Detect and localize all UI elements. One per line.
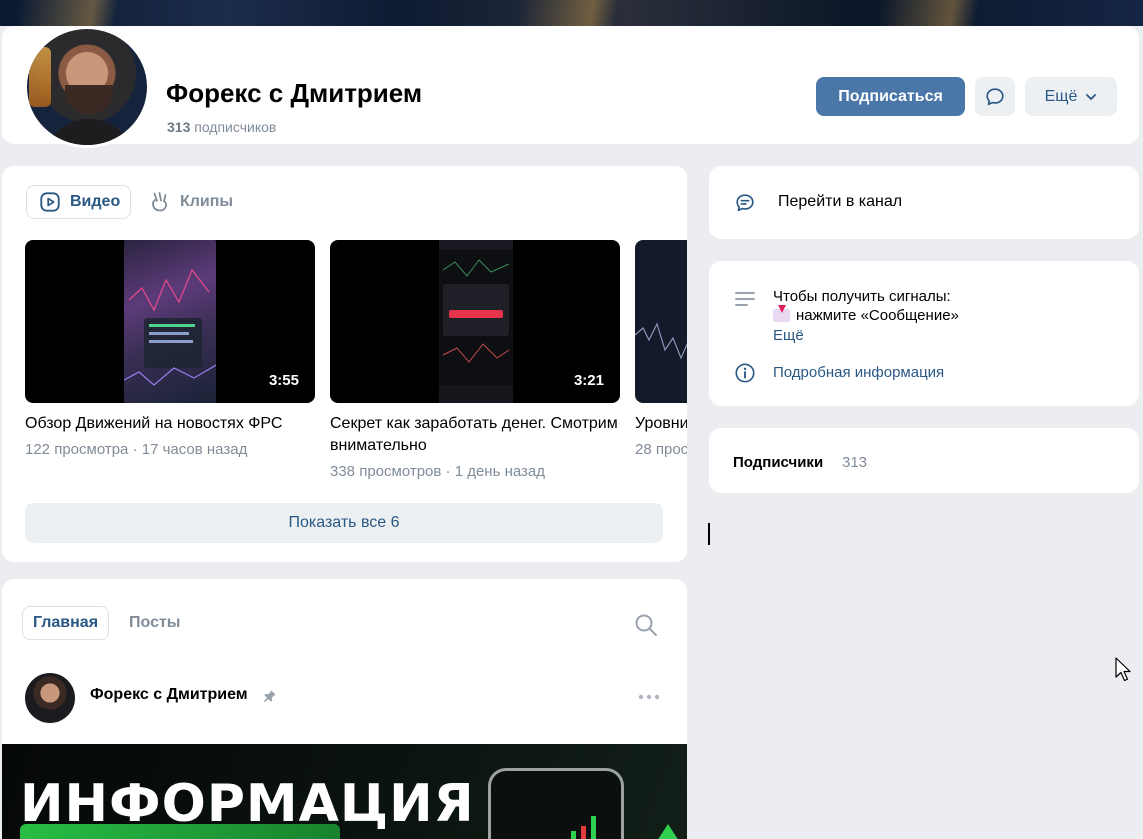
search-icon[interactable] [634,613,658,637]
tab-posts[interactable]: Посты [129,606,180,640]
mouse-pointer-icon [1115,657,1131,682]
post-author-avatar[interactable] [25,673,75,723]
thumbnail-screen [123,240,217,403]
video-thumbnail[interactable]: 3:21 [330,240,620,403]
video-views: 122 просмотра [25,441,129,458]
pin-icon [263,690,276,703]
video-title[interactable]: Секрет как заработать денег. Смотрим вни… [330,413,620,457]
subscribers-card-count: 313 [842,454,868,471]
video-duration: 3:55 [268,372,299,389]
tab-clips-label: Клипы [180,193,234,210]
chevron-down-icon [1086,93,1097,100]
text-cursor [708,523,710,545]
video-age: 17 часов назад [141,441,248,458]
clips-icon [152,192,168,212]
avatar-beard [65,85,113,115]
chart-lines-decoration [123,268,217,386]
go-to-channel-card[interactable]: Перейти в канал [709,166,1139,239]
subscribers-card-title: Подписчики [733,454,824,471]
cover-light-streak [880,0,1040,26]
subscribers-summary[interactable]: 313 подписчиков [167,119,276,135]
subscribers-card[interactable]: Подписчики 313 [709,428,1139,493]
avatar-background-light [29,47,51,107]
video-meta: 122 просмотра · 17 часов назад [25,441,248,458]
community-header: Форекс с Дмитрием 313 подписчиков Подпис… [2,26,1139,148]
subscribers-count: 313 [167,119,191,135]
video-duration: 3:21 [573,372,604,389]
channel-chat-icon [736,194,754,212]
chart-lines-decoration [439,240,513,403]
community-info-card: Чтобы получить сигналы: нажмите «Сообщен… [709,261,1139,406]
channel-title: Форекс с Дмитрием [166,78,423,108]
description-line-2: нажмите «Сообщение» [773,305,959,324]
message-button[interactable] [975,77,1015,116]
subscribe-button[interactable]: Подписаться [816,77,965,116]
video-thumbnail[interactable] [635,240,687,403]
cover-image [0,0,1143,26]
video-views: 338 просмотров [330,463,442,480]
description-line-2-text: нажмите «Сообщение» [796,307,959,324]
tab-videos[interactable]: Видео [26,185,131,219]
video-card[interactable]: Уровни и SP50 28 прос [635,240,687,458]
candlestick-decoration [571,816,596,839]
videos-section: Видео Клипы 3:55 Обзор Движений на новос… [2,166,687,562]
incoming-envelope-icon [773,305,790,322]
message-bubble-icon [986,87,1004,105]
video-card[interactable]: 3:21 Секрет как заработать денег. Смотри… [330,240,620,480]
detailed-info-link[interactable]: Подробная информация [773,364,944,381]
go-to-channel-label: Перейти в канал [778,193,903,210]
post-image-subheadline-bar [20,824,340,839]
more-dropdown-button[interactable]: Ещё [1025,77,1117,116]
subscribers-label: подписчиков [194,119,277,135]
video-title[interactable]: Обзор Движений на новостях ФРС [25,413,315,435]
video-views: 28 прос [635,441,687,458]
thumbnail-screen [439,240,513,403]
tab-main[interactable]: Главная [22,606,109,640]
description-more-link[interactable]: Ещё [773,327,804,344]
post-image[interactable]: ИНФОРМАЦИЯ [2,744,687,839]
video-meta: 28 прос [635,441,687,458]
community-avatar[interactable] [24,26,150,148]
video-title[interactable]: Уровни и SP50 [635,413,687,435]
tab-videos-label: Видео [70,193,121,210]
wall-section: Главная Посты Форекс с Дмитрием ИНФОРМАЦ… [2,579,687,839]
tab-clips[interactable]: Клипы [149,185,233,219]
more-button-label: Ещё [1044,87,1078,105]
chart-lines-decoration [635,322,687,360]
description-line-1: Чтобы получить сигналы: [773,288,951,305]
video-thumbnail[interactable]: 3:55 [25,240,315,403]
post-author-name[interactable]: Форекс с Дмитрием [90,686,248,704]
show-all-videos-button[interactable]: Показать все 6 [25,503,663,543]
video-card[interactable]: 3:55 Обзор Движений на новостях ФРС 122 … [25,240,315,458]
description-lines-icon [735,292,755,306]
post-image-phone [488,768,624,839]
video-meta: 338 просмотров · 1 день назад [330,463,546,480]
more-options-icon[interactable] [636,687,662,707]
play-icon [40,192,60,212]
info-icon [735,363,755,383]
video-age: 1 день назад [454,463,546,480]
avatar-shirt [41,119,137,145]
cover-light-streak [20,0,180,26]
cover-light-streak [520,0,680,26]
post-image-arrow [650,824,686,839]
